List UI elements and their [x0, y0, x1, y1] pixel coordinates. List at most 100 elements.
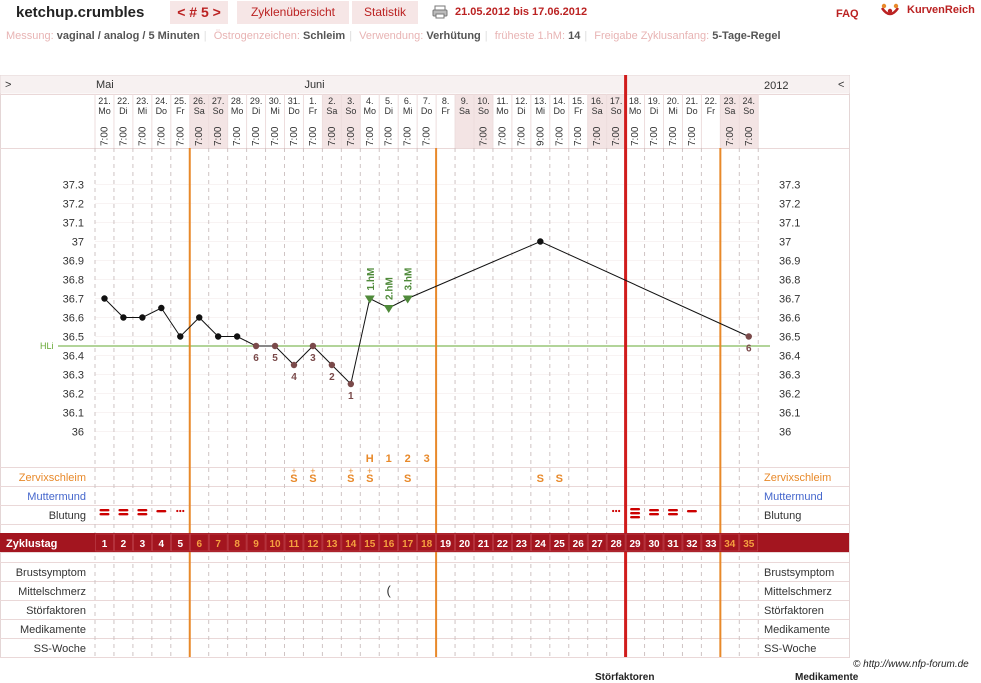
measure-time: 7:00	[346, 126, 357, 146]
day-date: 8.	[442, 96, 450, 106]
measure-time: 7:00	[649, 126, 660, 146]
day-date: 11.	[497, 96, 509, 106]
measure-time: 7:00	[630, 126, 641, 146]
bleeding-mark	[156, 510, 167, 513]
y-tick-label-right: 36.9	[779, 256, 800, 268]
mucus-mark: S	[366, 473, 373, 485]
mucus-eval: 3	[424, 453, 430, 465]
measure-time: 7:00	[611, 126, 622, 146]
cycle-day-band-label: Zyklustag	[6, 538, 57, 550]
bleeding-spot	[615, 509, 618, 513]
day-weekday: Do	[421, 106, 433, 116]
day-date: 13.	[534, 96, 547, 106]
y-tick-label: 36.3	[63, 370, 84, 382]
row-label-muttermund: Muttermund	[27, 491, 86, 503]
month-row	[0, 75, 850, 94]
day-weekday: Sa	[592, 106, 603, 116]
cycle-day-number: 17	[402, 539, 414, 550]
day-date: 23.	[136, 96, 149, 106]
day-date: 27.	[212, 96, 225, 106]
cycle-day-number: 8	[234, 539, 240, 550]
mucus-mark: S	[404, 473, 411, 485]
row-label-medikamente-right: Medikamente	[764, 624, 830, 636]
hilfslinie-label: HLi	[40, 341, 54, 351]
day-date: 4.	[366, 96, 374, 106]
mittelschmerz-mark: (	[387, 583, 392, 598]
cycle-day-number: 11	[289, 539, 300, 550]
count-label: 2	[329, 372, 335, 383]
day-weekday: Mo	[629, 106, 642, 116]
cycle-day-number: 3	[140, 539, 146, 550]
y-tick-label-right: 37.1	[779, 218, 800, 230]
mucus-mark: S	[290, 473, 297, 485]
count-label: 5	[272, 353, 278, 364]
bleeding-spot	[176, 509, 179, 513]
temperature-point	[101, 295, 108, 302]
temperature-point	[745, 333, 752, 340]
cycle-day-number: 5	[177, 539, 183, 550]
measure-time: 7:00	[194, 126, 205, 146]
day-date: 31.	[288, 96, 301, 106]
bleeding-mark	[137, 509, 148, 512]
cycle-day-number: 22	[497, 539, 509, 550]
y-tick-label-right: 37.3	[779, 180, 800, 192]
bleeding-mark	[667, 513, 678, 516]
temperature-point	[233, 333, 241, 340]
y-tick-label-right: 36.4	[779, 351, 800, 363]
day-weekday: Sa	[326, 106, 337, 116]
day-weekday: Mi	[403, 106, 413, 116]
day-weekday: Mo	[231, 106, 244, 116]
y-tick-label: 37.2	[63, 199, 84, 211]
temperature-point	[120, 314, 127, 321]
y-tick-label: 37	[72, 237, 84, 249]
measure-time: 7:00	[592, 126, 603, 146]
cycle-day-number: 35	[743, 539, 755, 550]
y-tick-label-right: 37.2	[779, 199, 800, 211]
bleeding-mark	[686, 510, 697, 513]
hm-label: 2.hM	[385, 277, 396, 300]
measure-time: 7:00	[384, 126, 395, 146]
nav-right-arrow[interactable]: <	[838, 79, 844, 91]
day-weekday: Mi	[138, 106, 148, 116]
day-weekday: Mi	[668, 106, 678, 116]
day-weekday: Fr	[707, 106, 716, 116]
bleeding-mark	[649, 513, 660, 516]
day-weekday: Do	[156, 106, 168, 116]
nav-left-arrow[interactable]: >	[5, 79, 11, 91]
day-date: 20.	[667, 96, 680, 106]
temperature-point	[290, 361, 298, 369]
bleeding-mark	[630, 512, 641, 515]
cycle-day-number: 14	[345, 539, 357, 550]
chart-frame	[0, 75, 850, 658]
measure-time: 7:00	[137, 126, 148, 146]
cycle-day-number: 20	[459, 539, 471, 550]
y-tick-label: 36.1	[63, 408, 84, 420]
temperature-point	[177, 333, 184, 340]
temperature-point	[139, 314, 146, 321]
footer-label: Medikamente	[795, 672, 859, 683]
y-tick-label: 36.7	[63, 294, 84, 306]
y-tick-label: 36	[72, 427, 84, 439]
cycle-day-number: 1	[102, 539, 108, 550]
month-label: Juni	[304, 79, 324, 91]
day-date: 23.	[724, 96, 737, 106]
measure-time: 7:00	[289, 126, 300, 146]
temperature-point	[252, 342, 260, 350]
bleeding-spot	[618, 509, 621, 513]
count-label: 6	[253, 353, 259, 364]
day-date: 16.	[591, 96, 604, 106]
day-date: 24.	[743, 96, 756, 106]
row-label-zervixschleim: Zervixschleim	[19, 472, 86, 484]
cycle-day-number: 7	[215, 539, 221, 550]
day-weekday: So	[743, 106, 754, 116]
day-weekday: Di	[650, 106, 659, 116]
day-weekday: Do	[554, 106, 566, 116]
measure-time: 7:00	[573, 126, 584, 146]
temperature-point	[537, 238, 544, 245]
cycle-day-number: 12	[307, 539, 319, 550]
bleeding-spot	[179, 509, 182, 513]
y-tick-label-right: 37	[779, 237, 791, 249]
day-weekday: Fr	[441, 106, 450, 116]
y-tick-label-right: 36	[779, 427, 791, 439]
day-date: 26.	[193, 96, 206, 106]
